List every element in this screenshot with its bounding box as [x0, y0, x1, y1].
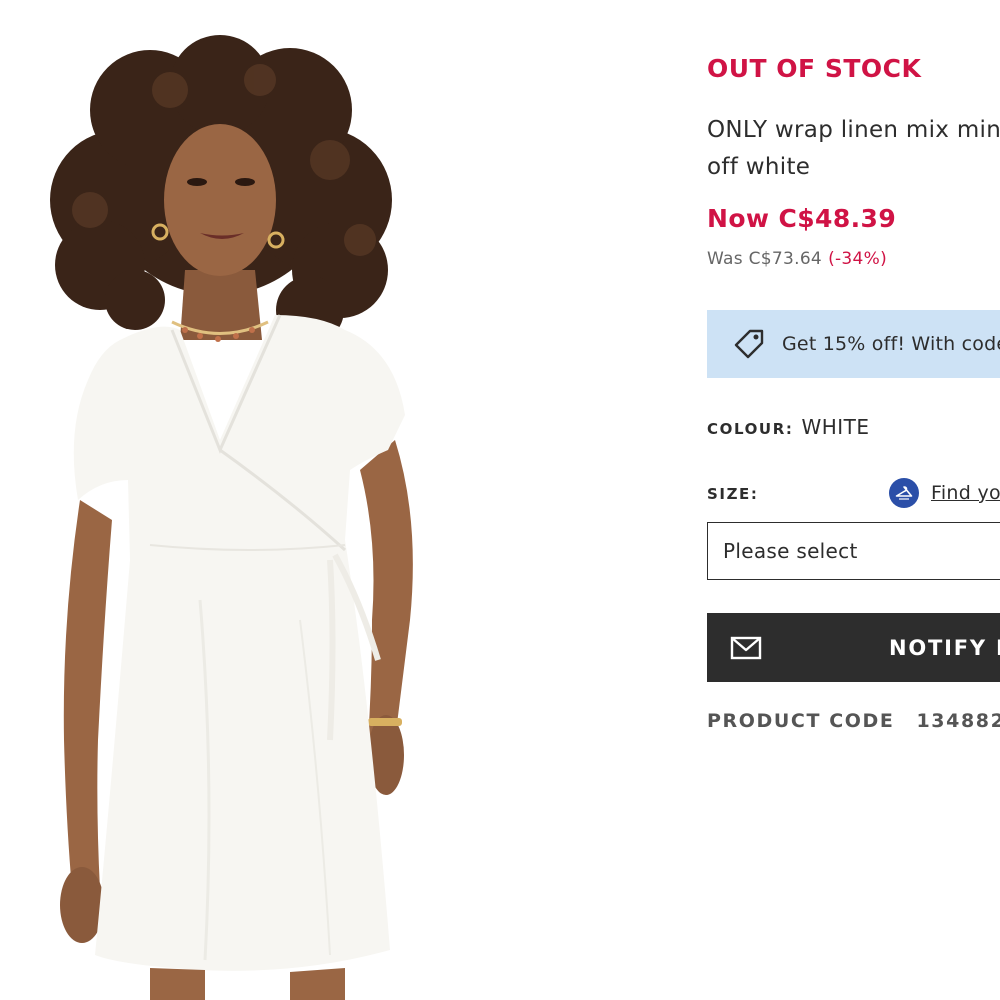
size-select[interactable]: Please select [707, 522, 1000, 580]
product-gallery [0, 0, 560, 1000]
colour-value: WHITE [801, 415, 870, 439]
product-title: ONLY wrap linen mix mini dress in off wh… [707, 117, 1000, 180]
promo-text: Get 15% off! With code [782, 333, 1000, 355]
tag-icon [732, 327, 766, 361]
size-select-value: Please select [723, 539, 858, 563]
discount-badge: (-34%) [828, 249, 888, 269]
product-code-value: 1348823 [916, 710, 1000, 732]
product-code-row: PRODUCT CODE 1348823 [707, 710, 1000, 732]
hanger-icon [889, 478, 919, 508]
promo-banner[interactable]: Get 15% off! With code [707, 310, 1000, 378]
find-your-fit-link[interactable]: Find your fit [889, 478, 1000, 508]
mail-icon [729, 635, 763, 661]
size-label: SIZE: [707, 485, 759, 503]
find-your-fit-text: Find your fit [931, 482, 1000, 504]
previous-price: Was C$73.64 (-34%) [707, 249, 887, 269]
current-price: Now C$48.39 [707, 204, 897, 233]
product-page: OUT OF STOCK ONLY wrap linen mix mini dr… [0, 0, 1000, 1000]
was-price: Was C$73.64 [707, 249, 823, 269]
product-image [50, 35, 413, 1000]
colour-row: COLOUR: WHITE [707, 415, 870, 439]
product-details: OUT OF STOCK ONLY wrap linen mix mini dr… [707, 0, 1000, 1000]
notify-me-button[interactable]: NOTIFY ME [707, 613, 1000, 682]
notify-me-label: NOTIFY ME [889, 635, 1000, 660]
product-code-label: PRODUCT CODE [707, 710, 895, 732]
colour-label: COLOUR: [707, 420, 794, 438]
stock-status: OUT OF STOCK [707, 54, 922, 83]
